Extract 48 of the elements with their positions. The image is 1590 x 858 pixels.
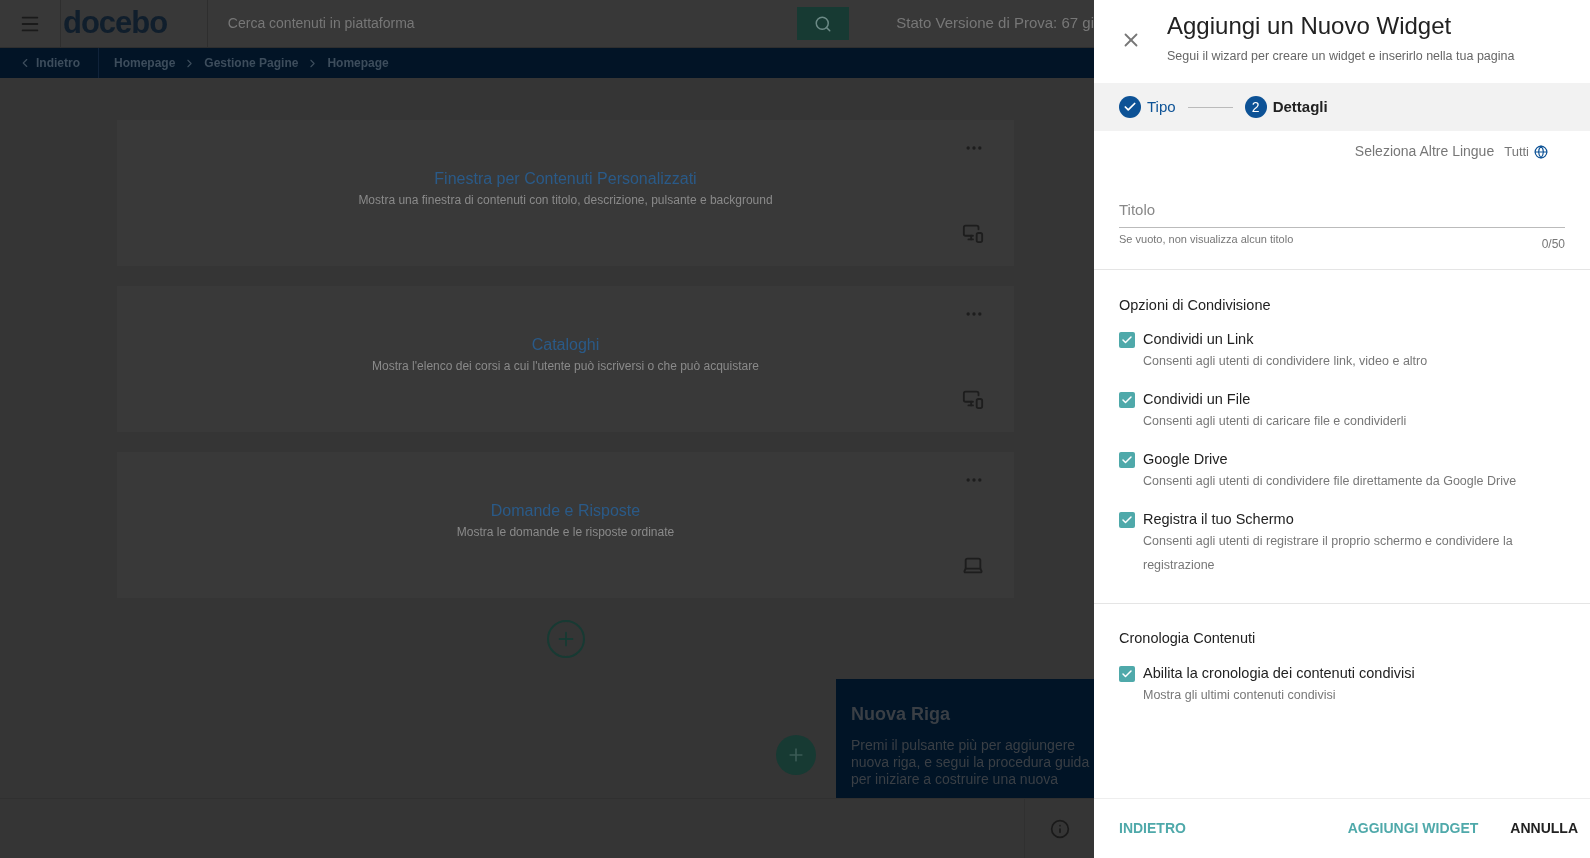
option-description: Consenti agli utenti di condividere link, video e altro — [1143, 353, 1429, 371]
check-icon — [1121, 668, 1133, 680]
info-icon[interactable] — [1049, 818, 1070, 839]
checkbox[interactable] — [1119, 452, 1135, 469]
title-field[interactable]: Titolo — [1119, 199, 1565, 228]
option-label[interactable]: Condividi un Link — [1143, 330, 1553, 350]
option-description: Consenti agli utenti di caricare file e condividerli — [1143, 413, 1408, 431]
search-field[interactable]: Cerca contenuti in piattaforma — [227, 13, 798, 34]
field-hint: Se vuoto, non visualizza alcun titolo — [1119, 231, 1294, 247]
search-icon — [814, 14, 833, 33]
widget-title: Cataloghi — [531, 335, 600, 355]
add-row-fab[interactable] — [776, 735, 816, 775]
panel-subtitle: Segui il wizard per creare un widget e inserirlo nella tua pagina — [1167, 48, 1515, 65]
option-description: Consenti agli utenti di registrare il proprio schermo e condividere la registrazione — [1143, 533, 1514, 575]
section-heading: Opzioni di Condivisione — [1119, 295, 1272, 315]
language-selector[interactable]: Tutti — [1504, 141, 1548, 162]
widget-description: Mostra una finestra di contenuti con titolo, descrizione, pulsante e background — [358, 192, 773, 209]
checkbox[interactable] — [1119, 332, 1135, 349]
widget-description: Mostra l'elenco dei corsi a cui l'utente può iscriversi o che può acquistare — [372, 358, 759, 375]
widget-title: Finestra per Contenuti Personalizzati — [434, 169, 697, 189]
checkbox[interactable] — [1119, 392, 1135, 409]
option-description: Consenti agli utenti di condividere file direttamente da Google Drive — [1143, 473, 1518, 491]
checkbox[interactable] — [1119, 512, 1135, 529]
panel-title: Aggiungi un Nuovo Widget — [1167, 12, 1453, 40]
language-label: Seleziona Altre Lingue — [1354, 142, 1495, 161]
globe-icon — [1534, 144, 1548, 159]
section-heading: Cronologia Contenuti — [1119, 629, 1257, 649]
option-label[interactable]: Condividi un File — [1143, 390, 1553, 410]
option-description: Mostra gli ultimi contenuti condivisi — [1143, 687, 1337, 704]
tooltip-text: nuova riga, e segui la procedura guida — [851, 754, 1091, 771]
step-number: 2 — [1244, 96, 1267, 118]
step-label[interactable]: Dettagli — [1272, 95, 1328, 119]
option-label[interactable]: Registra il tuo Schermo — [1143, 510, 1553, 530]
devices-icon — [962, 222, 984, 244]
add-row-button[interactable] — [546, 620, 585, 658]
cancel-button[interactable]: ANNULLA — [1510, 818, 1578, 839]
step-label[interactable]: Tipo — [1147, 95, 1176, 119]
checkbox[interactable] — [1119, 666, 1135, 682]
devices-icon — [962, 388, 984, 410]
widget-title: Domande e Risposte — [490, 501, 641, 521]
option-label[interactable]: Google Drive — [1143, 450, 1553, 470]
widget-description: Mostra le domande e le risposte ordinate — [456, 524, 675, 541]
option-label[interactable]: Abilita la cronologia dei contenuti condivisi — [1143, 664, 1553, 683]
search-button[interactable] — [797, 7, 850, 40]
character-counter: 0/50 — [1541, 235, 1565, 253]
tooltip-text: per iniziare a costruire una nuova — [851, 771, 1059, 788]
trial-status: Stato Versione di Prova: 67 gi — [896, 13, 1094, 34]
tooltip-title: Nuova Riga — [851, 703, 952, 725]
